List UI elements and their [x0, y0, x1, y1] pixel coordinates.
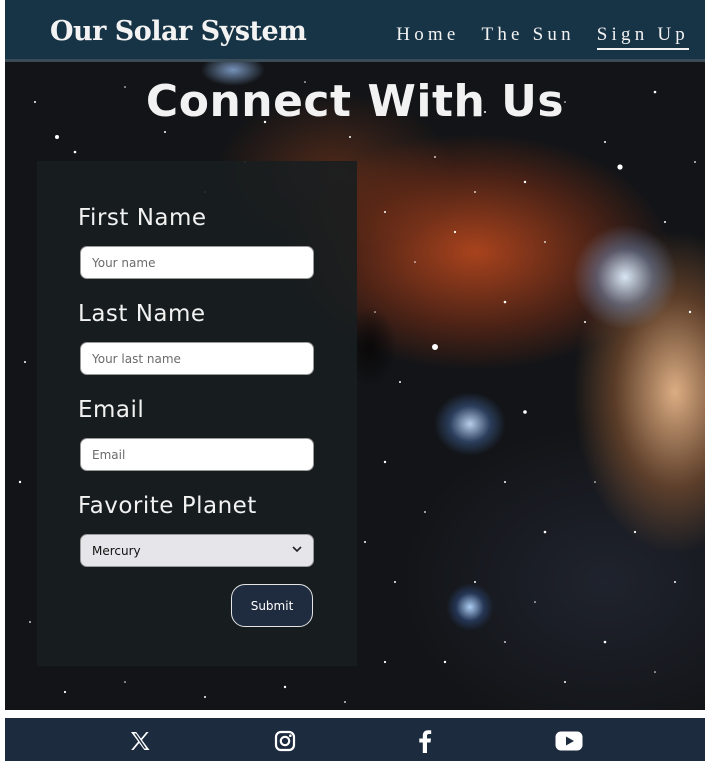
page-title: Connect With Us: [145, 76, 565, 127]
footer-spacer: [5, 710, 705, 718]
signup-form: First Name Last Name Email Favorite Plan…: [37, 161, 357, 666]
nav-the-sun[interactable]: The Sun: [482, 24, 575, 50]
nav-sign-up[interactable]: Sign Up: [596, 24, 689, 50]
submit-button[interactable]: Submit: [231, 584, 313, 627]
hero-nebula-background: Connect With Us First Name Last Name Ema…: [5, 62, 705, 710]
instagram-icon[interactable]: [272, 728, 298, 754]
first-name-label: First Name: [78, 205, 207, 231]
last-name-input[interactable]: [80, 342, 314, 375]
facebook-icon[interactable]: [412, 728, 438, 754]
site-logo[interactable]: Our Solar System: [50, 16, 307, 47]
nav-home[interactable]: Home: [396, 24, 459, 50]
main-nav: Home The Sun Sign Up: [374, 24, 689, 50]
site-header: Our Solar System Home The Sun Sign Up: [5, 0, 705, 62]
youtube-icon[interactable]: [555, 728, 583, 754]
x-icon[interactable]: [127, 728, 153, 754]
favorite-planet-select[interactable]: Mercury: [80, 534, 314, 567]
first-name-input[interactable]: [80, 246, 314, 279]
last-name-label: Last Name: [78, 301, 206, 327]
email-input[interactable]: [80, 438, 314, 471]
chevron-down-icon: [292, 545, 302, 556]
favorite-planet-selected-value: Mercury: [92, 543, 141, 558]
email-label: Email: [78, 397, 145, 423]
site-footer: [5, 718, 705, 761]
favorite-planet-label: Favorite Planet: [78, 493, 257, 519]
